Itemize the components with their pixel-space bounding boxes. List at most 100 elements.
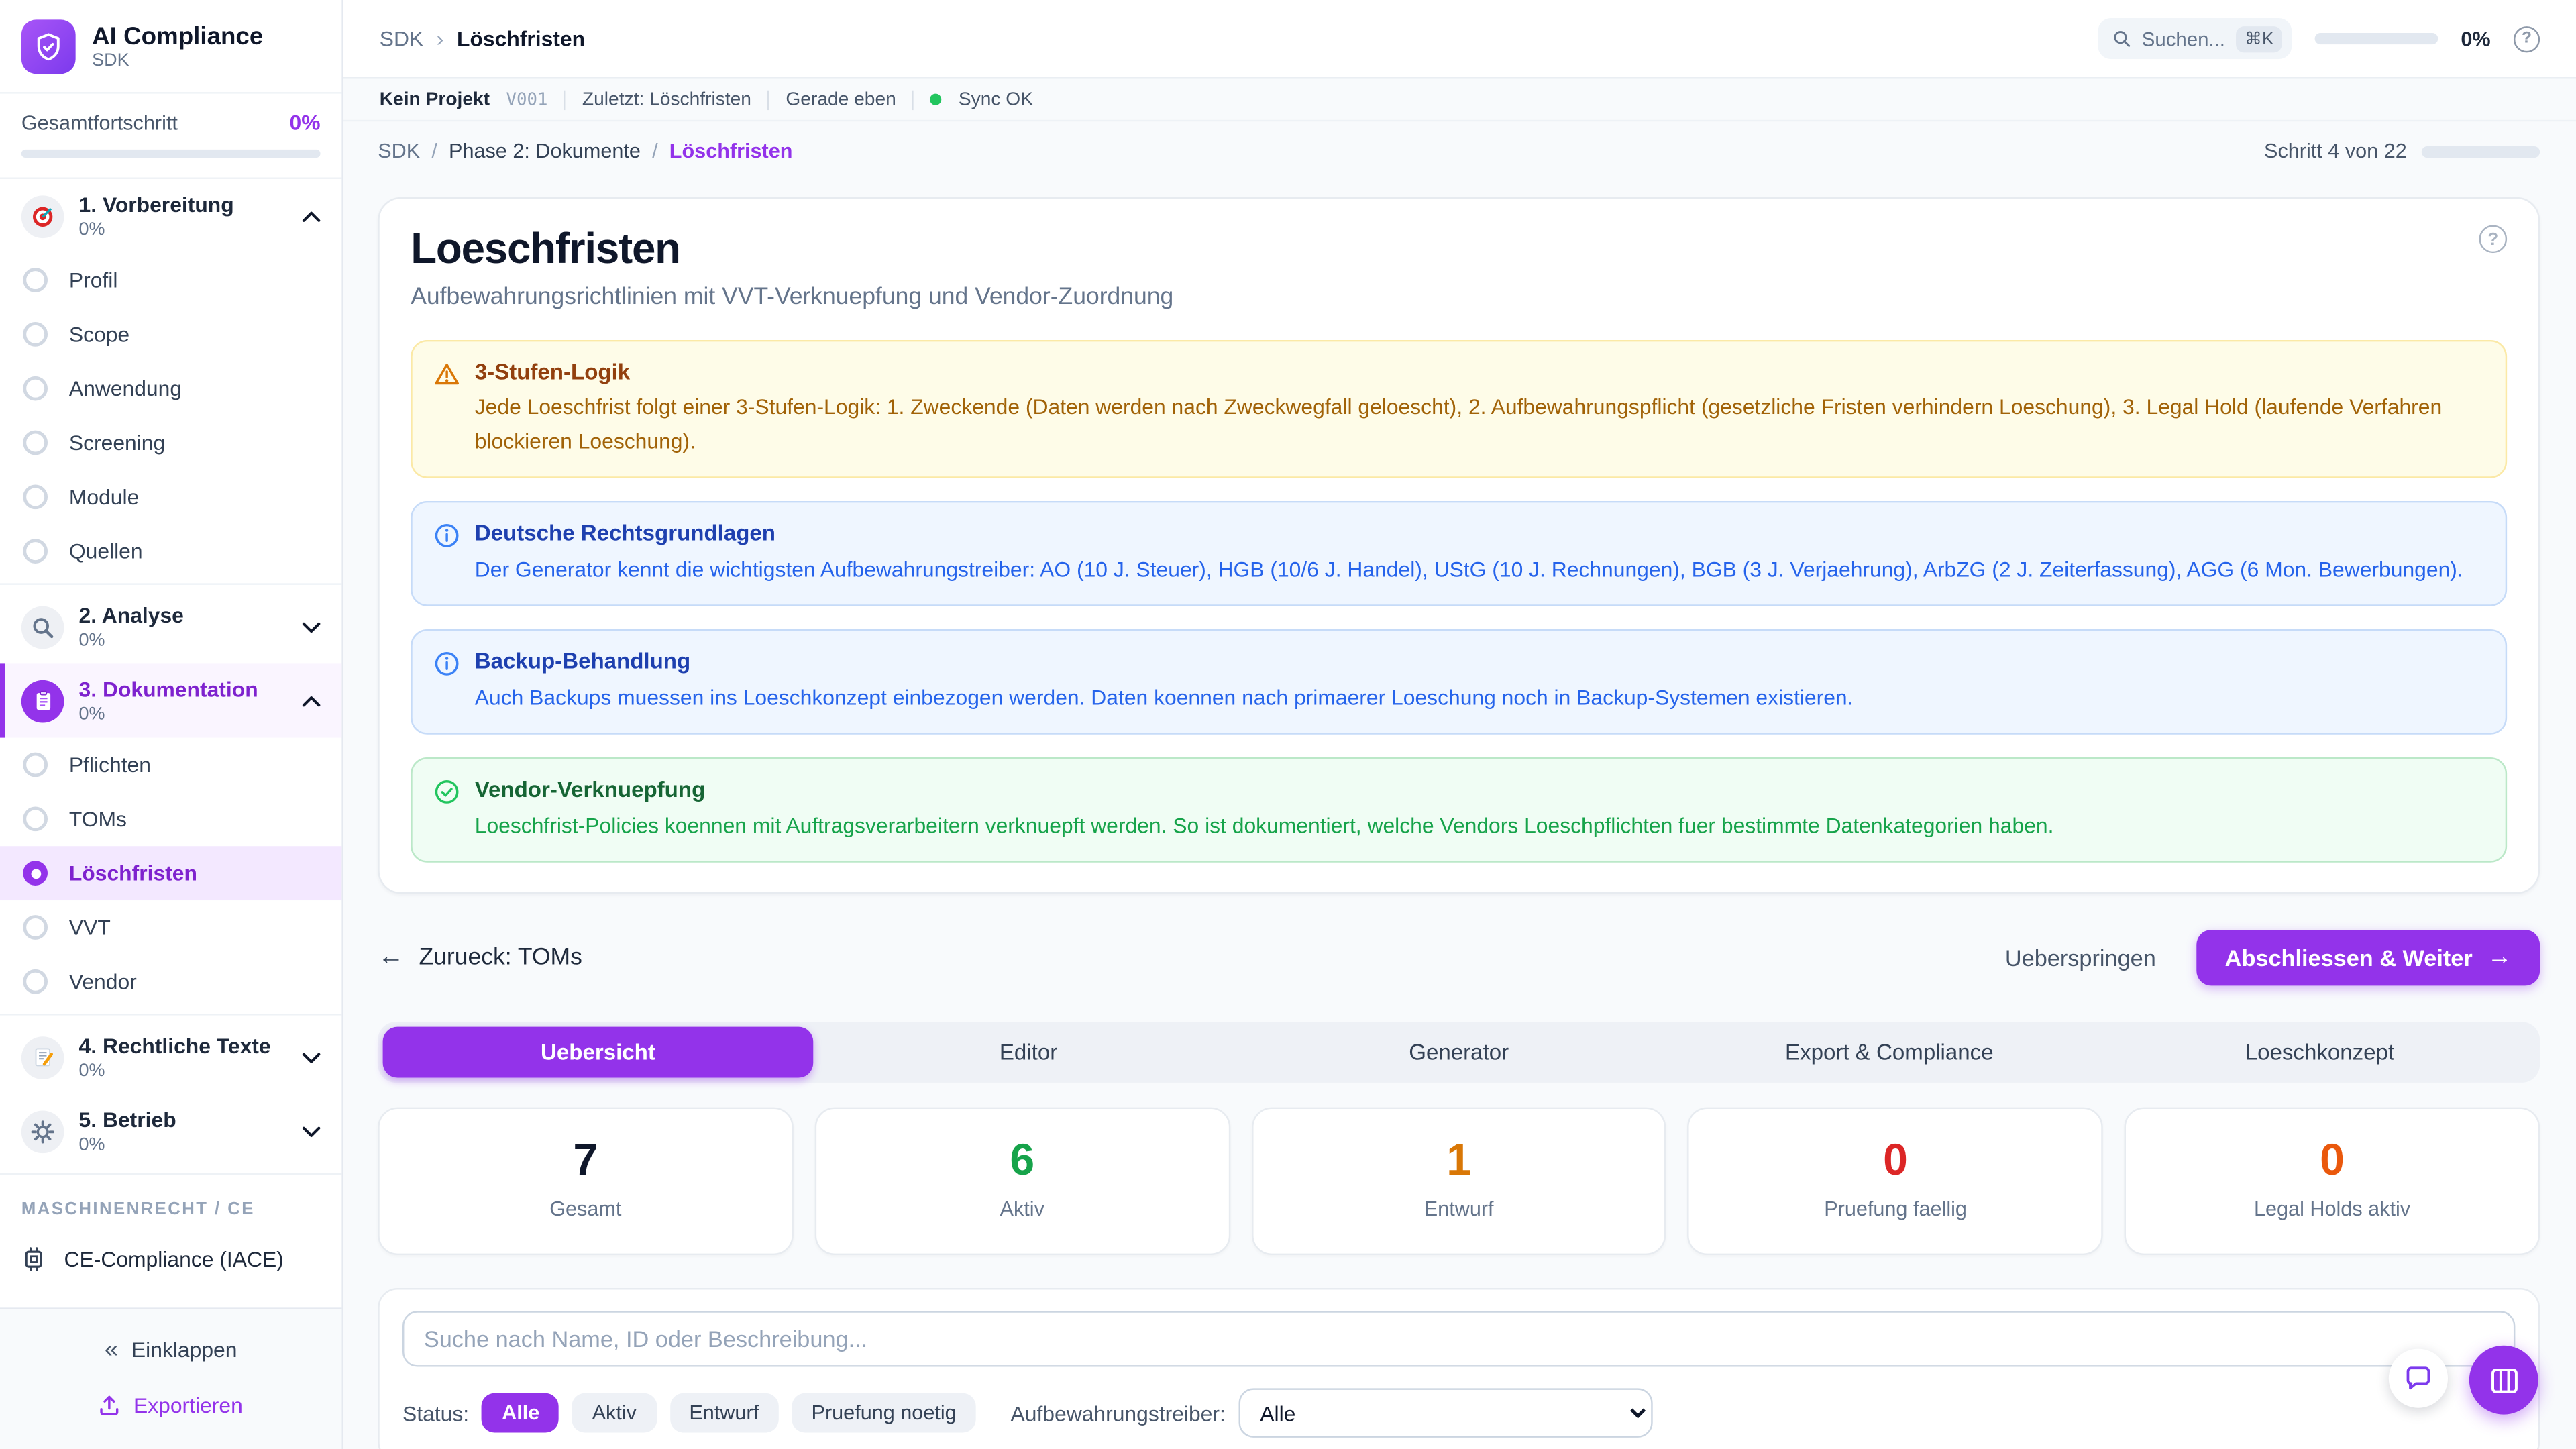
status-pill-pruefung-noetig[interactable]: Pruefung noetig	[792, 1394, 976, 1434]
stat-label: Legal Holds aktiv	[2133, 1198, 2532, 1221]
tab-uebersicht[interactable]: Uebersicht	[383, 1026, 814, 1077]
chevron-right-icon: ›	[437, 26, 444, 51]
sync-status-icon	[930, 94, 942, 105]
divider	[0, 583, 341, 584]
section-percent: 0%	[79, 220, 288, 239]
page-breadcrumb: SDK / Phase 2: Dokumente / Löschfristen …	[378, 140, 2540, 162]
item-label: TOMs	[69, 806, 127, 831]
policy-search-input[interactable]	[402, 1311, 2515, 1367]
tab-export-compliance[interactable]: Export & Compliance	[1674, 1026, 2105, 1077]
radio-circle-icon	[23, 322, 48, 347]
topbar: SDK › Löschfristen Suchen... ⌘K 0% ?	[343, 0, 2576, 79]
arrow-left-icon: ←	[378, 943, 404, 972]
card-help-icon[interactable]: ?	[2479, 225, 2508, 254]
sidebar-item-scope[interactable]: Scope	[0, 307, 341, 362]
step-indicator: Schritt 4 von 22	[2264, 140, 2407, 162]
export-button[interactable]: Exportieren	[0, 1380, 341, 1429]
radio-circle-icon	[23, 806, 48, 831]
breadcrumb-root[interactable]: SDK	[380, 26, 423, 51]
chip-icon	[21, 1246, 46, 1271]
filter-card: Status: Alle Aktiv Entwurf Pruefung noet…	[378, 1289, 2540, 1449]
item-label: Pflichten	[69, 753, 151, 777]
arrow-right-icon: →	[2487, 943, 2512, 971]
section-label: 1. Vorbereitung	[79, 193, 288, 218]
header-progress-bar	[2314, 33, 2438, 44]
chat-fab-button[interactable]	[2389, 1349, 2448, 1408]
radio-circle-icon	[23, 969, 48, 994]
sidebar-section-vorbereitung[interactable]: 1. Vorbereitung 0%	[0, 179, 341, 253]
sidebar-item-quellen[interactable]: Quellen	[0, 524, 341, 578]
tab-bar: Uebersicht Editor Generator Export & Com…	[378, 1022, 2540, 1083]
sidebar-item-pflichten[interactable]: Pflichten	[0, 738, 341, 792]
stat-card-pruefung: 0 Pruefung faellig	[1688, 1107, 2103, 1256]
driver-select[interactable]: Alle	[1238, 1389, 1652, 1438]
section-label: 5. Betrieb	[79, 1108, 288, 1133]
radio-circle-icon	[23, 376, 48, 401]
sidebar-item-screening[interactable]: Screening	[0, 416, 341, 470]
warning-icon	[434, 361, 460, 458]
crumb-phase[interactable]: Phase 2: Dokumente	[449, 140, 641, 162]
collapse-sidebar-button[interactable]: « Einklappen	[0, 1324, 341, 1373]
notice-success: Vendor-Verknuepfung Loeschfrist-Policies…	[411, 757, 2507, 862]
statusbar: Kein Projekt V001 Zuletzt: Löschfristen …	[343, 79, 2576, 122]
sidebar-section-analyse[interactable]: 2. Analyse 0%	[0, 590, 341, 663]
item-label: Löschfristen	[69, 861, 197, 885]
tab-loeschkonzept[interactable]: Loeschkonzept	[2104, 1026, 2535, 1077]
version-badge: V001	[506, 89, 548, 109]
sidebar-item-toms[interactable]: TOMs	[0, 792, 341, 846]
app-title: AI Compliance	[92, 23, 263, 51]
project-name: Kein Projekt	[380, 89, 490, 109]
sidebar-item-ce-compliance[interactable]: CE-Compliance (IACE)	[0, 1232, 341, 1285]
stat-label: Aktiv	[822, 1198, 1222, 1221]
item-label: Vendor	[69, 969, 137, 994]
back-button[interactable]: ← Zurueck: TOMs	[378, 943, 582, 972]
tab-generator[interactable]: Generator	[1244, 1026, 1674, 1077]
sidebar-item-vendor[interactable]: Vendor	[0, 955, 341, 1009]
tab-editor[interactable]: Editor	[813, 1026, 1244, 1077]
radio-selected-icon	[23, 861, 48, 885]
status-pill-entwurf[interactable]: Entwurf	[669, 1394, 779, 1434]
sidebar: AI Compliance SDK Gesamtfortschritt 0% 1…	[0, 0, 343, 1449]
radio-circle-icon	[23, 431, 48, 455]
page-title: Loeschfristen	[411, 225, 680, 272]
upload-icon	[99, 1394, 121, 1415]
status-pill-alle[interactable]: Alle	[482, 1394, 559, 1434]
radio-circle-icon	[23, 915, 48, 940]
app-subtitle: SDK	[92, 51, 263, 70]
complete-next-button[interactable]: Abschliessen & Weiter →	[2197, 930, 2540, 985]
radio-circle-icon	[23, 268, 48, 292]
machine-section-label: MASCHINENRECHT / CE	[0, 1179, 341, 1232]
sidebar-footer: « Einklappen Exportieren	[0, 1307, 341, 1449]
item-label: Screening	[69, 431, 165, 455]
sidebar-item-vvt[interactable]: VVT	[0, 900, 341, 955]
chevron-down-icon	[303, 1124, 321, 1138]
sync-status-text: Sync OK	[959, 89, 1033, 109]
notice-title: Backup-Behandlung	[475, 649, 1854, 676]
brand: AI Compliance SDK	[0, 0, 341, 92]
divider	[564, 89, 566, 109]
sidebar-item-module[interactable]: Module	[0, 470, 341, 524]
sidebar-item-profil[interactable]: Profil	[0, 253, 341, 307]
sidebar-section-rechtliche-texte[interactable]: 4. Rechtliche Texte 0%	[0, 1020, 341, 1094]
status-pill-aktiv[interactable]: Aktiv	[572, 1394, 656, 1434]
sidebar-item-loeschfristen[interactable]: Löschfristen	[0, 846, 341, 900]
overall-progress-label: Gesamtfortschritt	[21, 111, 178, 133]
help-icon[interactable]: ?	[2514, 25, 2540, 52]
sidebar-item-anwendung[interactable]: Anwendung	[0, 362, 341, 416]
skip-button[interactable]: Ueberspringen	[2005, 945, 2156, 971]
status-filter-label: Status:	[402, 1401, 469, 1426]
notice-title: 3-Stufen-Logik	[475, 359, 2484, 386]
board-fab-button[interactable]	[2469, 1346, 2538, 1415]
search-placeholder: Suchen...	[2142, 27, 2225, 50]
sidebar-section-dokumentation[interactable]: 3. Dokumentation 0%	[0, 663, 341, 737]
crumb-sdk[interactable]: SDK	[378, 140, 420, 162]
sidebar-section-betrieb[interactable]: 5. Betrieb 0%	[0, 1094, 341, 1168]
item-label: Anwendung	[69, 376, 182, 401]
step-card: Loeschfristen ? Aufbewahrungsrichtlinien…	[378, 197, 2540, 894]
chevron-down-icon	[303, 1051, 321, 1064]
global-search-button[interactable]: Suchen... ⌘K	[2098, 18, 2292, 59]
magnifier-icon	[21, 605, 64, 648]
stat-card-gesamt: 7 Gesamt	[378, 1107, 793, 1256]
notice-body: Auch Backups muessen ins Loeschkonzept e…	[475, 681, 1854, 714]
info-icon	[434, 650, 460, 714]
